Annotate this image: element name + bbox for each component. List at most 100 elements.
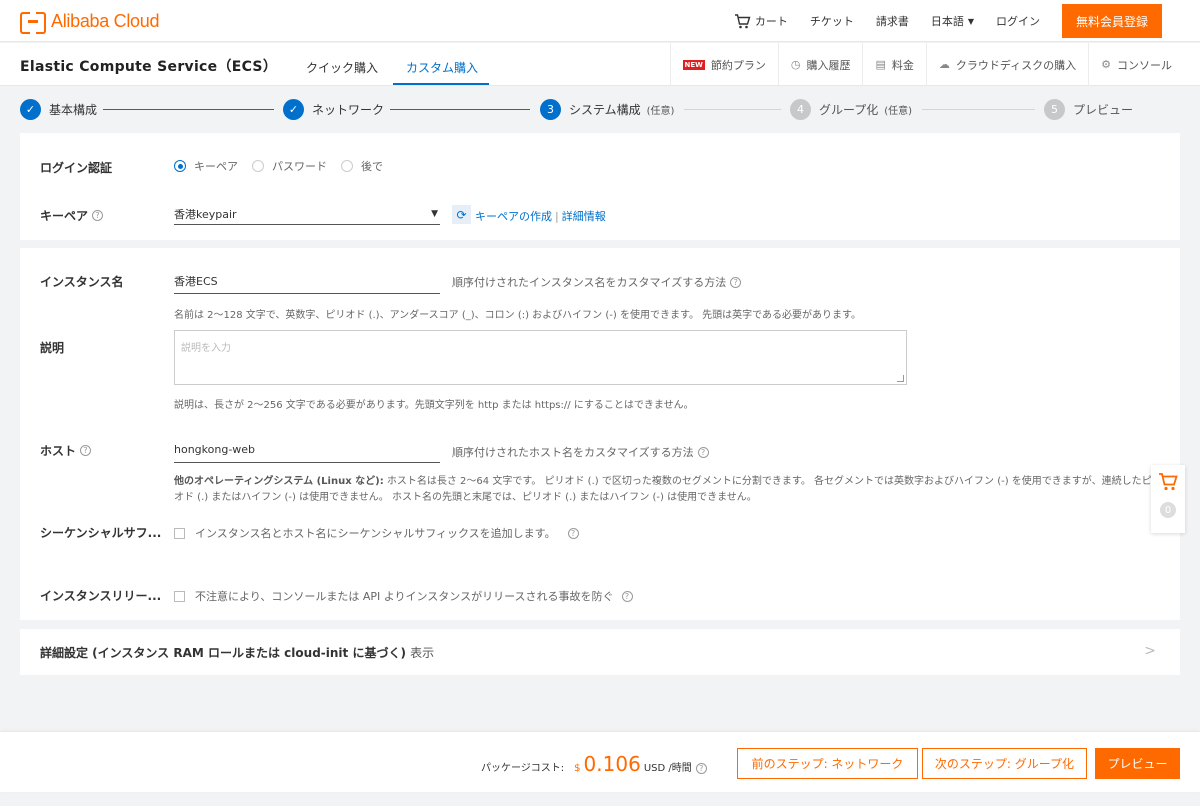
radio-password-label[interactable]: パスワード: [272, 158, 327, 174]
step-grouping[interactable]: 4 グループ化 (任意): [790, 99, 912, 120]
instance-name-note: 名前は 2～128 文字で、英数字、ピリオド (.)、アンダースコア (_)、コ…: [174, 310, 862, 321]
step-system-config[interactable]: 3 システム構成 (任意): [540, 99, 674, 120]
step-basic-config[interactable]: ✓ 基本構成: [20, 99, 97, 120]
document-icon: ▤: [875, 58, 886, 71]
radio-keypair-label[interactable]: キーペア: [194, 158, 238, 174]
cart-icon: [1158, 473, 1178, 494]
preview-button[interactable]: プレビュー: [1095, 748, 1180, 779]
radio-later-label[interactable]: 後で: [361, 158, 383, 174]
help-icon[interactable]: ?: [80, 445, 92, 456]
keypair-detail-link[interactable]: 詳細情報: [562, 210, 606, 223]
cart-link[interactable]: カート: [734, 13, 788, 29]
pricing-label: 料金: [891, 58, 914, 72]
step-connector: [922, 109, 1035, 110]
language-selector[interactable]: 日本語 ▼: [931, 13, 974, 29]
release-protection-text[interactable]: 不注意により、コンソールまたは API よりインスタンスがリリースされる事故を防…: [195, 588, 614, 604]
step-label: 基本構成: [49, 103, 98, 117]
savings-plan-link[interactable]: NEW 節約プラン: [669, 43, 778, 86]
console-label: コンソール: [1117, 58, 1172, 72]
console-link[interactable]: ⚙ コンソール: [1088, 43, 1200, 86]
cost-currency: $: [574, 763, 581, 774]
help-icon[interactable]: ?: [730, 276, 742, 288]
keypair-label-text: キーペア: [40, 209, 89, 223]
purchase-history-link[interactable]: ◷ 購入履歴: [777, 43, 863, 86]
cost-amount: 0.106: [583, 752, 641, 776]
tab-custom-purchase[interactable]: カスタム購入: [406, 59, 478, 76]
cart-count-badge: 0: [1160, 502, 1176, 518]
resize-handle-icon[interactable]: [897, 375, 904, 382]
instance-name-hint: 順序付けされたインスタンス名をカスタマイズする方法 ?: [452, 274, 742, 290]
radio-password[interactable]: [252, 160, 264, 172]
help-icon[interactable]: ?: [92, 210, 104, 221]
description-textarea[interactable]: 説明を入力: [174, 330, 907, 385]
description-note: 説明は、長さが 2～256 文字である必要があります。先頭文字列を http ま…: [174, 400, 694, 411]
advanced-settings-title-text: 詳細設定 (インスタンス RAM ロールまたは cloud-init に基づく): [40, 646, 406, 660]
step-connector: [103, 109, 274, 110]
step-optional: (任意): [646, 106, 675, 117]
cost-unit: USD /時間: [643, 763, 692, 774]
login-link[interactable]: ログイン: [996, 13, 1040, 29]
cost-label: パッケージコスト:: [481, 763, 565, 774]
login-auth-radio-group: キーペア パスワード 後で: [174, 158, 397, 174]
floating-cart[interactable]: 0: [1151, 465, 1185, 533]
step-preview[interactable]: 5 プレビュー: [1044, 99, 1133, 120]
advanced-show-link[interactable]: 表示: [410, 646, 434, 660]
radio-later[interactable]: [341, 160, 353, 172]
sequential-suffix-checkbox[interactable]: [174, 527, 185, 539]
cloud-disk-link[interactable]: ☁ クラウドディスクの購入: [925, 43, 1088, 86]
host-label: ホスト ?: [40, 442, 92, 459]
gear-icon: ⚙: [1101, 58, 1111, 71]
keypair-value: 香港keypair: [174, 207, 237, 221]
step-number: 4: [790, 99, 811, 120]
help-icon[interactable]: ?: [621, 590, 633, 602]
instance-name-hint-text[interactable]: 順序付けされたインスタンス名をカスタマイズする方法: [452, 274, 726, 290]
next-step-button[interactable]: 次のステップ: グループ化: [922, 748, 1087, 779]
prev-step-button[interactable]: 前のステップ: ネットワーク: [737, 748, 918, 779]
host-note-line1: ホスト名は長さ 2～64 文字です。 ピリオド (.) で区切った複数のセグメン…: [383, 476, 1152, 487]
cloud-icon: ☁: [938, 58, 950, 71]
help-icon[interactable]: ?: [697, 446, 709, 458]
host-hint: 順序付けされたホスト名をカスタマイズする方法 ?: [452, 444, 709, 460]
cloud-disk-label: クラウドディスクの購入: [955, 58, 1077, 72]
package-cost: パッケージコスト: $ 0.106 USD /時間 ?: [481, 752, 707, 776]
logo-mark-icon: [20, 12, 46, 34]
top-nav: カート チケット 請求書 日本語 ▼ ログイン 無料会員登録: [734, 0, 1200, 42]
step-progress: ✓ 基本構成 ✓ ネットワーク 3 システム構成 (任意) 4 グループ化 (任…: [0, 87, 1200, 133]
host-hint-text[interactable]: 順序付けされたホスト名をカスタマイズする方法: [452, 444, 694, 460]
sequential-suffix-text[interactable]: インスタンス名とホスト名にシーケンシャルサフィックスを追加します。: [195, 525, 556, 541]
host-note-os: 他のオペレーティングシステム (Linux など):: [174, 476, 384, 487]
pricing-link[interactable]: ▤ 料金: [862, 43, 925, 86]
keypair-select[interactable]: 香港keypair ▼: [174, 203, 440, 225]
invoice-link[interactable]: 請求書: [876, 13, 909, 29]
link-separator: |: [555, 210, 559, 223]
clock-icon: ◷: [790, 58, 801, 71]
step-label: システム構成: [569, 103, 641, 117]
host-input[interactable]: hongkong-web: [174, 437, 440, 463]
check-icon: ✓: [283, 99, 304, 120]
instance-name-input[interactable]: 香港ECS: [174, 268, 440, 294]
step-label: プレビュー: [1073, 103, 1134, 117]
top-bar: Alibaba Cloud カート チケット 請求書 日本語 ▼ ログイン 無料…: [0, 0, 1200, 42]
step-label: グループ化: [819, 103, 879, 117]
instance-name-label: インスタンス名: [40, 275, 124, 289]
advanced-settings-panel[interactable]: 詳細設定 (インスタンス RAM ロールまたは cloud-init に基づく)…: [20, 629, 1180, 675]
help-icon[interactable]: ?: [695, 763, 707, 774]
chevron-right-icon[interactable]: >: [1144, 643, 1156, 659]
refresh-button[interactable]: ⟳: [452, 205, 471, 224]
create-keypair-link[interactable]: キーペアの作成: [475, 210, 552, 223]
sequential-suffix-label: シーケンシャルサフ...: [40, 526, 162, 540]
radio-keypair[interactable]: [174, 160, 186, 172]
alibaba-cloud-logo[interactable]: Alibaba Cloud: [20, 10, 159, 34]
step-label: ネットワーク: [312, 103, 385, 117]
refresh-icon: ⟳: [456, 207, 467, 222]
step-network[interactable]: ✓ ネットワーク: [283, 99, 384, 120]
help-icon[interactable]: ?: [567, 527, 579, 539]
ticket-link[interactable]: チケット: [810, 13, 854, 29]
savings-plan-label: 節約プラン: [710, 58, 766, 72]
new-badge: NEW: [682, 59, 705, 70]
tab-quick-purchase[interactable]: クイック購入: [306, 59, 378, 76]
register-button[interactable]: 無料会員登録: [1062, 4, 1162, 38]
keypair-links: キーペアの作成 | 詳細情報: [475, 208, 606, 224]
release-protection-checkbox[interactable]: [174, 590, 185, 602]
step-number: 5: [1044, 99, 1065, 120]
